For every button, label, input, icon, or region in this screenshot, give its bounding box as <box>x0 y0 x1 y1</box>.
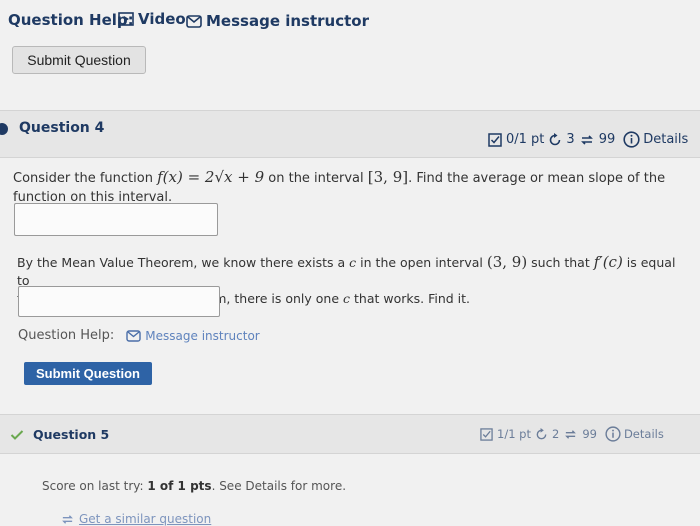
q4-details-link[interactable]: Details <box>623 131 688 148</box>
video-link[interactable]: Video <box>118 10 186 28</box>
q4-details-label: Details <box>643 132 689 147</box>
similar-cycle-icon <box>62 514 73 524</box>
attempts-cycle-icon <box>565 429 577 439</box>
top-help-row: Question Help: Video Message instructor <box>0 8 700 38</box>
q4-meta: 0/1 pt 3 99 Details <box>488 131 688 148</box>
q4-prompt-a: Consider the function f(x) = 2√x + 9 on … <box>13 168 683 207</box>
score-check-icon <box>480 427 493 441</box>
question-5-title: Question 5 <box>33 427 110 442</box>
q4-answer-1-input[interactable] <box>14 203 218 236</box>
q5-details-link[interactable]: Details <box>605 426 664 442</box>
get-similar-question-label: Get a similar question <box>79 512 212 526</box>
retry-icon <box>550 132 561 145</box>
info-icon <box>605 426 621 442</box>
q4-prompt-b-post: such that <box>531 255 590 270</box>
q4-open-interval: (3, 9) <box>486 253 528 271</box>
q4-interval: [3, 9] <box>367 168 409 186</box>
q4-prompt-a-mid: on the interval <box>268 171 364 186</box>
retry-icon <box>536 427 547 439</box>
q4-message-instructor-label: Message instructor <box>145 328 260 343</box>
envelope-icon <box>126 329 141 342</box>
correct-check-icon <box>10 430 24 440</box>
current-question-dot-icon <box>0 123 8 135</box>
submit-question-button-top[interactable]: Submit Question <box>12 46 146 74</box>
get-similar-question-link[interactable]: Get a similar question <box>60 512 211 526</box>
question-5-header: Question 5 1/1 pt 2 99 Details <box>0 414 700 454</box>
video-icon <box>118 12 134 26</box>
q5-attempts: 99 <box>582 427 597 441</box>
q4-attempts: 99 <box>598 132 616 147</box>
q4-function-expression: f(x) = 2√x + 9 <box>157 168 265 186</box>
q4-score: 0/1 pt <box>506 132 545 147</box>
attempts-cycle-icon <box>580 134 593 145</box>
q5-score-line-pre: Score on last try: <box>42 479 144 493</box>
q4-retries: 3 <box>566 132 575 147</box>
q5-details-label: Details <box>623 427 664 441</box>
question-4-header: Question 4 0/1 pt 3 99 Details <box>0 110 700 158</box>
q5-score-value: 1 of 1 pts <box>147 479 212 493</box>
q4-c-symbol-2: c <box>343 291 351 306</box>
q4-prompt-b-line2-post: that works. Find it. <box>354 291 471 306</box>
info-icon <box>623 131 640 148</box>
q4-answer-2-input[interactable] <box>18 286 220 317</box>
q4-prompt-a-post: . Find the average or mean slope of the <box>408 171 666 186</box>
q4-submit-question-button[interactable]: Submit Question <box>24 362 152 385</box>
message-instructor-link-top[interactable]: Message instructor <box>186 12 369 30</box>
q4-help-row: Question Help: Message instructor <box>18 328 260 343</box>
q4-derivative: f′(c) <box>593 253 623 271</box>
question-help-label: Question Help: <box>8 11 134 29</box>
score-check-icon <box>488 132 502 147</box>
q4-message-instructor-link[interactable]: Message instructor <box>126 328 260 343</box>
q5-meta: 1/1 pt 2 99 Details <box>480 426 664 442</box>
q4-question-help-label: Question Help: <box>18 328 115 343</box>
q5-score-line: Score on last try: 1 of 1 pts. See Detai… <box>42 479 346 493</box>
q4-c-symbol: c <box>349 255 357 270</box>
q4-prompt-a-pre: Consider the function <box>13 171 153 186</box>
q5-retries: 2 <box>551 427 560 441</box>
q4-prompt-b-mid: in the open interval <box>360 255 483 270</box>
video-label: Video <box>138 10 186 28</box>
message-instructor-label: Message instructor <box>206 12 369 30</box>
question-4-title: Question 4 <box>19 120 105 136</box>
q4-prompt-b-pre: By the Mean Value Theorem, we know there… <box>17 255 346 270</box>
envelope-icon <box>186 14 202 28</box>
q5-score-line-post: . See Details for more. <box>211 479 347 493</box>
q5-score: 1/1 pt <box>497 427 531 441</box>
